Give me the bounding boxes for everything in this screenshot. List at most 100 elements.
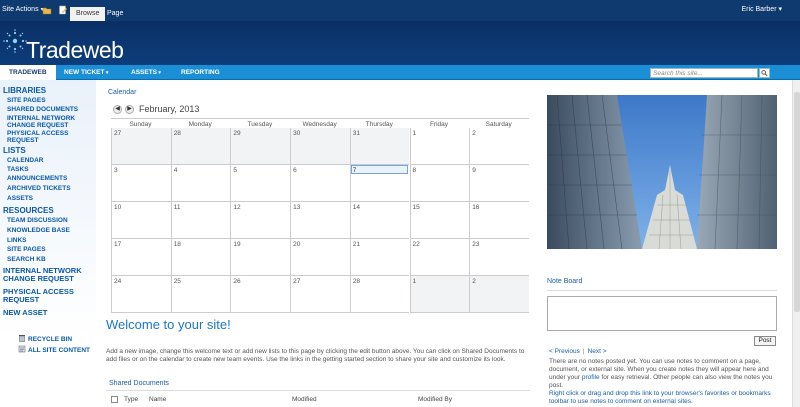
calendar-day-cell[interactable]: 18 — [170, 239, 231, 276]
calendar-day-cell[interactable]: 24 — [111, 276, 171, 313]
sidebar-item-site-pages[interactable]: Site Pages — [7, 97, 46, 104]
recycle-bin-link[interactable]: Recycle Bin — [18, 334, 72, 343]
sidebar-item-archived-tickets[interactable]: Archived Tickets — [7, 185, 71, 192]
calendar-day-cell[interactable]: 2 — [469, 276, 529, 313]
calendar-day-cell[interactable]: 2 — [469, 128, 529, 165]
calendar-day-cell[interactable]: 14 — [349, 202, 410, 239]
calendar-day-cell[interactable]: 28 — [349, 276, 410, 313]
calendar-day-cell[interactable]: 7 — [349, 165, 410, 202]
calendar-day-cell[interactable]: 13 — [290, 202, 350, 239]
calendar-day-cell[interactable]: 16 — [469, 202, 529, 239]
next-link[interactable]: Next > — [588, 348, 607, 355]
previous-link[interactable]: < Previous — [549, 348, 580, 355]
calendar-day-cell[interactable]: 10 — [111, 202, 171, 239]
calendar-day-cell[interactable]: 29 — [230, 128, 291, 165]
calendar-day-cell[interactable]: 23 — [469, 239, 529, 276]
column-type[interactable]: Type — [124, 396, 138, 403]
calendar-day-cell[interactable]: 22 — [409, 239, 470, 276]
ribbon-bar: Site Actions ▾ Browse Page Eric Barber ▾ — [0, 0, 800, 21]
calendar-day-cell[interactable]: 25 — [170, 276, 231, 313]
calendar-day-cell[interactable]: 11 — [170, 202, 231, 239]
calendar-day-cell[interactable]: 20 — [290, 239, 350, 276]
search-input[interactable]: Search this site... — [650, 68, 758, 78]
nav-tradeweb[interactable]: Tradeweb — [0, 65, 56, 80]
calendar-day-cell[interactable]: 21 — [349, 239, 410, 276]
calendar-day-cell[interactable]: 9 — [469, 165, 529, 202]
note-pager: < Previous | Next > — [549, 348, 607, 355]
sidebar-item-links[interactable]: Links — [7, 237, 27, 244]
calendar-day-cell[interactable]: 19 — [230, 239, 291, 276]
calendar-day-cell[interactable]: 12 — [230, 202, 291, 239]
sidebar-item-team-discussion[interactable]: Team Discussion — [7, 217, 68, 224]
column-modified-by[interactable]: Modified By — [418, 396, 452, 403]
user-menu[interactable]: Eric Barber ▾ — [742, 5, 782, 13]
sidebar-item-assets[interactable]: Assets — [7, 195, 33, 202]
calendar-day-cell[interactable]: 17 — [111, 239, 171, 276]
column-modified[interactable]: Modified — [292, 396, 317, 403]
calendar-webpart-title[interactable]: Calendar — [108, 89, 136, 96]
sidebar-item-physical-access-2[interactable]: Request — [7, 137, 38, 144]
profile-link[interactable]: profile — [582, 374, 600, 381]
user-name: Eric Barber — [741, 6, 777, 13]
calendar-day-number: 1 — [412, 278, 417, 285]
sidebar-item-site-pages-2[interactable]: Site Pages — [7, 246, 46, 253]
all-site-content-link[interactable]: All Site Content — [18, 345, 90, 354]
calendar-day-cell[interactable]: 5 — [230, 165, 291, 202]
calendar-day-cell[interactable]: 31 — [349, 128, 410, 165]
sidebar-item-tasks[interactable]: Tasks — [7, 166, 29, 173]
calendar-day-cell[interactable]: 6 — [290, 165, 350, 202]
nav-reporting[interactable]: Reporting — [181, 65, 220, 80]
post-button[interactable]: Post — [754, 336, 776, 346]
site-logo-text[interactable]: Tradeweb — [26, 37, 124, 64]
search-icon[interactable] — [759, 68, 770, 78]
calendar-day-number: 27 — [293, 278, 301, 285]
calendar-day-cell[interactable]: 27 — [290, 276, 350, 313]
calendar-day-cell[interactable]: 28 — [170, 128, 231, 165]
calendar-day-number: 8 — [412, 167, 417, 174]
sidebar-item-internal-network-cr[interactable]: Internal Network — [7, 115, 75, 122]
prev-month-icon[interactable]: ◀ — [113, 105, 122, 114]
sidebar-item-internal-network-cr-2[interactable]: Change Request — [7, 122, 68, 129]
calendar-day-cell[interactable]: 30 — [290, 128, 350, 165]
scroll-thumb[interactable] — [794, 92, 800, 312]
nav-new-ticket[interactable]: New Ticket ▾ — [64, 65, 108, 80]
sidebar-item-knowledge-base[interactable]: Knowledge Base — [7, 227, 70, 234]
nav-heading-lists[interactable]: Lists — [3, 146, 26, 155]
nav-assets[interactable]: Assets ▾ — [131, 65, 161, 80]
folder-icon[interactable] — [42, 5, 52, 15]
site-actions-menu[interactable]: Site Actions ▾ — [2, 6, 44, 13]
welcome-title: Welcome to your site! — [106, 317, 231, 332]
sidebar-item-change-request[interactable]: Change Request — [3, 275, 74, 283]
welcome-text: Add a new image, change this welcome tex… — [106, 348, 525, 363]
tab-page[interactable]: Page — [101, 7, 129, 21]
column-name[interactable]: Name — [149, 396, 166, 403]
edit-page-icon[interactable] — [58, 5, 68, 15]
calendar-day-cell[interactable]: 8 — [409, 165, 470, 202]
sidebar-item-announcements[interactable]: Announcements — [7, 175, 67, 182]
sidebar-item-physical-access[interactable]: Physical Access — [7, 130, 68, 137]
calendar-day-cell[interactable]: 1 — [409, 128, 470, 165]
vertical-scrollbar[interactable] — [792, 80, 800, 407]
top-navigation: Tradeweb New Ticket ▾ Assets ▾ Reporting… — [0, 65, 800, 80]
calendar-day-number: 30 — [293, 130, 301, 137]
sidebar-item-new-asset[interactable]: New Asset — [3, 309, 47, 317]
shared-documents-title[interactable]: Shared Documents — [109, 380, 169, 387]
note-info-text: There are no notes posted yet. You can u… — [549, 358, 777, 390]
calendar-day-header: Friday — [429, 121, 449, 128]
nav-heading-libraries[interactable]: Libraries — [3, 86, 46, 95]
calendar-day-cell[interactable]: 4 — [170, 165, 231, 202]
next-month-icon[interactable]: ▶ — [125, 105, 134, 114]
calendar-day-cell[interactable]: 1 — [409, 276, 470, 313]
sidebar-item-request[interactable]: Request — [3, 296, 39, 304]
nav-heading-resources[interactable]: Resources — [3, 206, 54, 215]
note-bookmarklet-link[interactable]: Right click or drag and drop this link t… — [549, 390, 777, 406]
sidebar-item-search-kb[interactable]: Search KB — [7, 256, 46, 263]
calendar-day-cell[interactable]: 26 — [230, 276, 291, 313]
calendar-day-cell[interactable]: 27 — [111, 128, 171, 165]
note-textarea[interactable] — [547, 296, 777, 331]
sidebar-item-calendar[interactable]: Calendar — [7, 157, 43, 164]
calendar-day-cell[interactable]: 15 — [409, 202, 470, 239]
sidebar-item-shared-documents[interactable]: Shared Documents — [7, 106, 78, 113]
calendar-day-cell[interactable]: 3 — [111, 165, 171, 202]
select-all-checkbox[interactable] — [111, 396, 118, 403]
